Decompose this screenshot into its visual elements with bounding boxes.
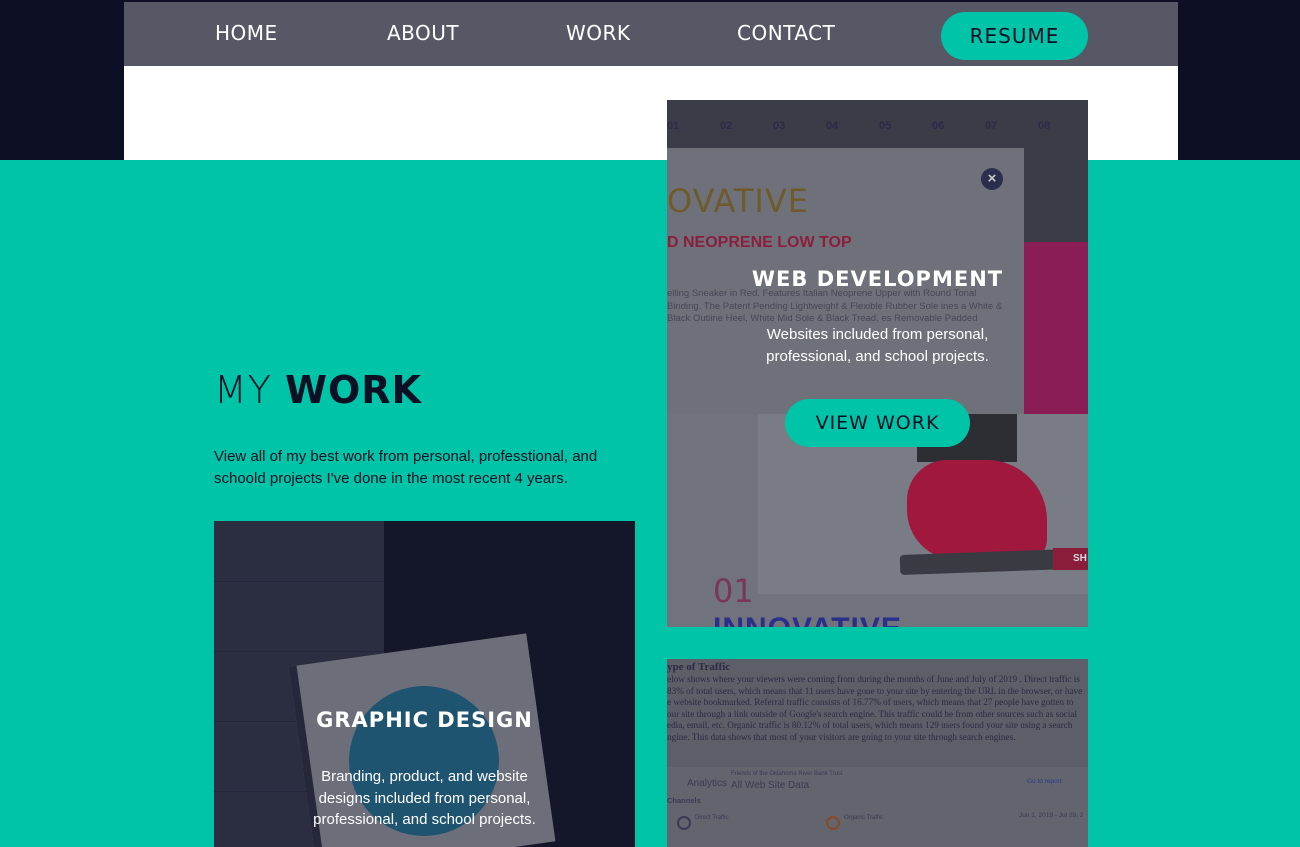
- resume-button[interactable]: RESUME: [941, 12, 1088, 60]
- web-bg-number: 02: [720, 120, 733, 132]
- web-bg-number: 05: [879, 120, 892, 132]
- wall-line: [214, 581, 384, 582]
- heading-bold-text: WORK: [285, 368, 423, 412]
- web-bg-innovative-text: INNOVATIVE: [713, 612, 902, 627]
- analytics-paragraph: elow shows where your viewers were comin…: [667, 674, 1083, 742]
- analytics-date-range: Jun 1, 2019 - Jul 29, 2: [1019, 812, 1084, 819]
- web-bg-number: 06: [932, 120, 945, 132]
- nav-work-link[interactable]: WORK: [566, 21, 631, 45]
- analytics-report-link: Go to report: [1027, 778, 1062, 785]
- wall-line: [214, 651, 384, 652]
- analytics-logo: Analytics: [687, 778, 728, 789]
- analytics-account-name: Friends of the Oklahoma River Bank Trust: [731, 771, 843, 777]
- web-bg-number: 03: [773, 120, 786, 132]
- web-bg-product-description: elling Sneaker in Red. Features Italian …: [667, 288, 1003, 324]
- web-bg-ovative-text: OVATIVE: [667, 182, 809, 220]
- red-shoe-shape: [907, 460, 1047, 560]
- nav-home-link[interactable]: HOME: [215, 21, 278, 45]
- teal-section-background: [0, 160, 1300, 847]
- graphic-card-description: Branding, product, and website designs i…: [313, 768, 536, 828]
- view-work-button[interactable]: VIEW WORK: [785, 399, 970, 447]
- web-development-card[interactable]: 01 02 03 04 05 06 07 08 × OVATIVE D NEOP…: [667, 100, 1088, 627]
- graphic-card-title: GRAPHIC DESIGN: [316, 708, 533, 732]
- analytics-dashboard-panel: [667, 767, 1088, 847]
- web-bg-number: 08: [1038, 120, 1051, 132]
- analytics-direct-label: Direct Traffic: [695, 815, 729, 821]
- web-card-title: WEB DEVELOPMENT: [751, 267, 1004, 291]
- web-bg-dark-block: [1024, 148, 1088, 242]
- analytics-site-label: All Web Site Data: [731, 780, 810, 791]
- section-heading: MY WORK: [214, 368, 422, 412]
- web-bg-number: 07: [985, 120, 998, 132]
- section-intro: View all of my best work from personal, …: [214, 448, 598, 487]
- web-bg-product-title: D NEOPRENE LOW TOP: [667, 234, 852, 251]
- analytics-organic-label: Organic Traffic: [844, 815, 883, 821]
- analytics-channels-label: Channels: [667, 796, 701, 805]
- web-card-description: Websites included from personal, profess…: [766, 326, 989, 365]
- web-bg-shop-tag: SH: [1053, 548, 1088, 570]
- web-bg-number: 04: [826, 120, 839, 132]
- graphic-design-card[interactable]: GRAPHIC DESIGN Branding, product, and we…: [214, 521, 635, 847]
- analytics-heading: ype of Traffic: [667, 661, 731, 673]
- top-navigation: HOME ABOUT WORK CONTACT RESUME: [124, 2, 1178, 66]
- nav-about-link[interactable]: ABOUT: [387, 21, 459, 45]
- nav-contact-link[interactable]: CONTACT: [737, 21, 835, 45]
- close-icon: ×: [981, 168, 1003, 190]
- heading-light-text: MY: [214, 368, 286, 412]
- web-bg-number: 01: [667, 120, 680, 132]
- organic-traffic-ring-icon: [826, 816, 840, 830]
- direct-traffic-ring-icon: [677, 816, 691, 830]
- analytics-card[interactable]: ype of Traffic elow shows where your vie…: [667, 659, 1088, 847]
- web-bg-big-number: 01: [713, 572, 754, 610]
